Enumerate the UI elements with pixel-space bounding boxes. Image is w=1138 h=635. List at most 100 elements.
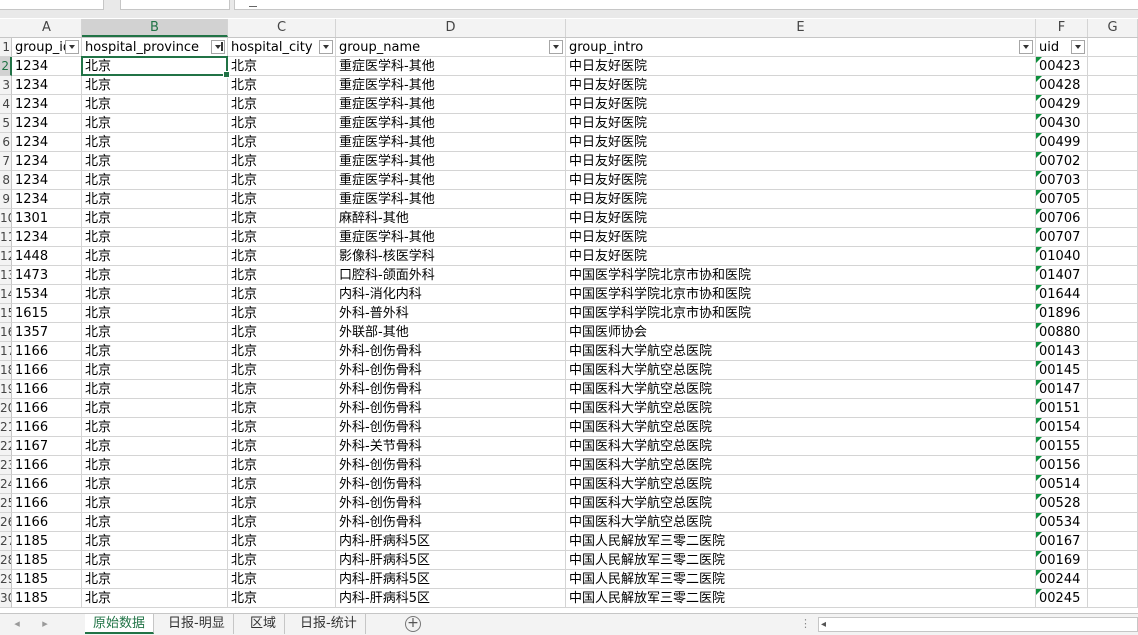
add-sheet-icon[interactable]: + (405, 616, 421, 632)
cell[interactable]: 1166 (12, 418, 82, 437)
row-number[interactable]: 3 (0, 76, 12, 95)
cell[interactable]: 00244 (1036, 570, 1088, 589)
cell[interactable]: 外科-创伤骨科 (336, 380, 566, 399)
empty-cell[interactable] (1088, 380, 1138, 399)
row-number[interactable]: 23 (0, 456, 12, 475)
row-number[interactable]: 10 (0, 209, 12, 228)
horizontal-scrollbar[interactable]: ◂ (818, 617, 1138, 632)
cell[interactable]: 北京 (82, 209, 228, 228)
cell[interactable]: 1357 (12, 323, 82, 342)
empty-cell[interactable] (1088, 399, 1138, 418)
empty-cell[interactable] (1088, 76, 1138, 95)
cell[interactable]: 中日友好医院 (566, 152, 1036, 171)
empty-cell[interactable] (1088, 551, 1138, 570)
row-number[interactable]: 19 (0, 380, 12, 399)
row-number[interactable]: 25 (0, 494, 12, 513)
cell[interactable]: 北京 (228, 171, 336, 190)
cell[interactable]: 1234 (12, 114, 82, 133)
empty-cell[interactable] (1088, 494, 1138, 513)
cell[interactable]: 中国医科大学航空总医院 (566, 513, 1036, 532)
cell[interactable]: 00514 (1036, 475, 1088, 494)
row-number[interactable]: 2 (0, 57, 12, 76)
empty-cell[interactable] (1088, 437, 1138, 456)
cell[interactable]: 中日友好医院 (566, 114, 1036, 133)
cell[interactable]: 1534 (12, 285, 82, 304)
cell[interactable]: 北京 (82, 418, 228, 437)
cell[interactable]: 北京 (82, 247, 228, 266)
cell[interactable]: 北京 (228, 209, 336, 228)
cell[interactable]: 北京 (82, 494, 228, 513)
empty-cell[interactable] (1088, 513, 1138, 532)
cell[interactable]: 北京 (82, 551, 228, 570)
cell[interactable]: 内科-消化内科 (336, 285, 566, 304)
empty-cell[interactable] (1088, 114, 1138, 133)
column-header-f[interactable]: F (1036, 19, 1088, 37)
cell[interactable]: 北京 (82, 361, 228, 380)
row-number[interactable]: 29 (0, 570, 12, 589)
column-title[interactable]: group_name (336, 38, 566, 57)
cell[interactable]: 重症医学科-其他 (336, 152, 566, 171)
sheet-grid[interactable]: 1 group_id hospital_province hospital_city g… (0, 38, 1138, 613)
cell[interactable]: 1166 (12, 513, 82, 532)
cell[interactable]: 外科-创伤骨科 (336, 361, 566, 380)
cell[interactable]: 00156 (1036, 456, 1088, 475)
cell[interactable]: 中国医科大学航空总医院 (566, 418, 1036, 437)
cell[interactable]: 1166 (12, 399, 82, 418)
row-number[interactable]: 11 (0, 228, 12, 247)
cell[interactable]: 北京 (228, 285, 336, 304)
cell[interactable]: 00880 (1036, 323, 1088, 342)
cell[interactable]: 00703 (1036, 171, 1088, 190)
cell[interactable]: 1448 (12, 247, 82, 266)
row-number[interactable]: 18 (0, 361, 12, 380)
cell[interactable]: 00705 (1036, 190, 1088, 209)
empty-cell[interactable] (1088, 38, 1138, 57)
cell[interactable]: 北京 (228, 190, 336, 209)
cell[interactable]: 中国医学科学院北京市协和医院 (566, 304, 1036, 323)
cell[interactable]: 中国人民解放军三零二医院 (566, 570, 1036, 589)
empty-cell[interactable] (1088, 475, 1138, 494)
cell[interactable]: 1234 (12, 190, 82, 209)
empty-cell[interactable] (1088, 342, 1138, 361)
cell[interactable]: 外科-创伤骨科 (336, 342, 566, 361)
cell[interactable]: 00143 (1036, 342, 1088, 361)
cell[interactable]: 中日友好医院 (566, 95, 1036, 114)
row-number[interactable]: 4 (0, 95, 12, 114)
cell[interactable]: 内科-肝病科5区 (336, 570, 566, 589)
cell[interactable]: 北京 (82, 456, 228, 475)
cell[interactable]: 1166 (12, 456, 82, 475)
empty-cell[interactable] (1088, 304, 1138, 323)
cell[interactable]: 内科-肝病科5区 (336, 589, 566, 608)
cell[interactable]: 中国医学科学院北京市协和医院 (566, 285, 1036, 304)
cell[interactable]: 北京 (82, 133, 228, 152)
cell[interactable]: 00499 (1036, 133, 1088, 152)
cell[interactable]: 外科-创伤骨科 (336, 456, 566, 475)
cell[interactable]: 北京 (228, 570, 336, 589)
empty-cell[interactable] (1088, 570, 1138, 589)
cell[interactable]: 北京 (82, 228, 228, 247)
cell[interactable]: 北京 (228, 589, 336, 608)
filter-dropdown-icon[interactable] (549, 40, 563, 54)
cell[interactable]: 00534 (1036, 513, 1088, 532)
row-number[interactable]: 12 (0, 247, 12, 266)
cell[interactable]: 00528 (1036, 494, 1088, 513)
cell[interactable]: 北京 (82, 95, 228, 114)
cell[interactable]: 北京 (228, 475, 336, 494)
row-number[interactable]: 24 (0, 475, 12, 494)
cell[interactable]: 00423 (1036, 57, 1088, 76)
cell[interactable]: 北京 (228, 266, 336, 285)
cell[interactable]: 北京 (228, 342, 336, 361)
cell[interactable]: 北京 (82, 190, 228, 209)
cell[interactable]: 影像科-核医学科 (336, 247, 566, 266)
cell[interactable]: 北京 (228, 437, 336, 456)
cell[interactable]: 中日友好医院 (566, 57, 1036, 76)
row-number[interactable]: 6 (0, 133, 12, 152)
cell[interactable]: 外科-创伤骨科 (336, 494, 566, 513)
cell[interactable]: 北京 (228, 456, 336, 475)
cell[interactable]: 00155 (1036, 437, 1088, 456)
filter-dropdown-icon[interactable] (319, 40, 333, 54)
cell[interactable]: 北京 (82, 437, 228, 456)
cell[interactable]: 00154 (1036, 418, 1088, 437)
cell[interactable]: 重症医学科-其他 (336, 57, 566, 76)
row-number[interactable]: 14 (0, 285, 12, 304)
filter-dropdown-icon[interactable] (1071, 40, 1085, 54)
